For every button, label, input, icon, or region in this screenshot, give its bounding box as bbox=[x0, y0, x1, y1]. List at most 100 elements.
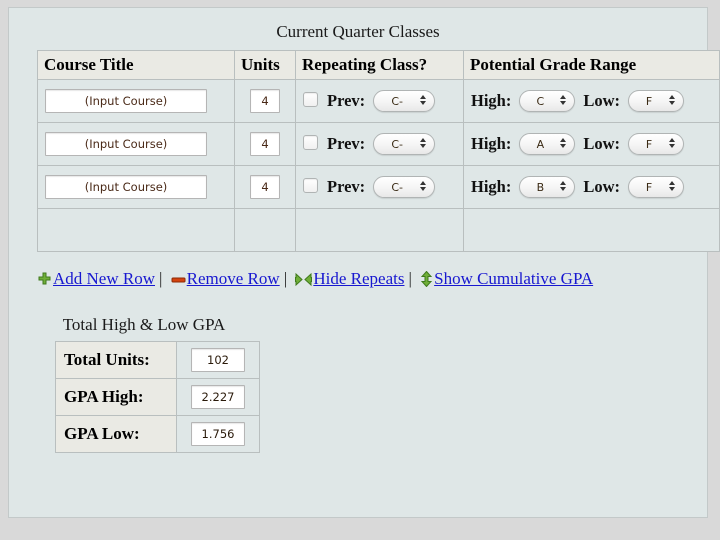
link-separator: | bbox=[283, 269, 288, 288]
cell-course-title bbox=[37, 165, 235, 209]
chevron-updown-icon bbox=[669, 95, 676, 109]
cell-course-title bbox=[37, 79, 235, 123]
cell-units bbox=[234, 165, 296, 209]
main-panel: Current Quarter Classes Course Title Uni… bbox=[8, 7, 720, 518]
link-separator: | bbox=[408, 269, 412, 288]
low-grade-value: F bbox=[645, 181, 653, 194]
action-links-row: Add New Row | Remove Row | Hide Repeats | bbox=[37, 266, 677, 295]
cell-grade-range: High: B Low: F bbox=[463, 165, 720, 209]
totals-caption: Total High & Low GPA bbox=[62, 315, 226, 334]
spacer-cell bbox=[295, 208, 464, 252]
course-title-input[interactable] bbox=[45, 175, 207, 199]
chevron-updown-icon bbox=[420, 95, 427, 109]
chevron-updown-icon bbox=[669, 181, 676, 195]
units-input[interactable] bbox=[250, 175, 280, 199]
high-grade-value: A bbox=[536, 138, 545, 151]
units-input[interactable] bbox=[250, 132, 280, 156]
low-label: Low: bbox=[583, 91, 621, 110]
previous-grade-value: C- bbox=[391, 138, 404, 151]
high-label: High: bbox=[471, 134, 512, 153]
chevron-updown-icon bbox=[560, 181, 567, 195]
high-grade-value: C bbox=[536, 95, 545, 108]
totals-row: GPA High: bbox=[55, 378, 260, 416]
totals-row: Total Units: bbox=[55, 341, 260, 379]
high-grade-select[interactable]: C bbox=[519, 90, 576, 112]
spacer-cell bbox=[37, 208, 235, 252]
collapse-arrows-icon bbox=[295, 269, 313, 295]
total-units-cell bbox=[176, 341, 260, 379]
prev-label: Prev: bbox=[327, 91, 366, 110]
total-units-label: Total Units: bbox=[55, 341, 177, 379]
chevron-updown-icon bbox=[420, 138, 427, 152]
low-grade-value: F bbox=[645, 138, 653, 151]
previous-grade-value: C- bbox=[391, 95, 404, 108]
plus-icon bbox=[37, 269, 52, 295]
previous-grade-select[interactable]: C- bbox=[373, 90, 436, 112]
chevron-updown-icon bbox=[560, 138, 567, 152]
table-spacer-row bbox=[37, 208, 720, 252]
total-units-value[interactable] bbox=[191, 348, 245, 372]
column-header-course-title: Course Title bbox=[37, 50, 235, 80]
cell-grade-range: High: C Low: F bbox=[463, 79, 720, 123]
totals-table: Total Units: GPA High: GPA Low: bbox=[55, 341, 260, 453]
page-wrapper: Current Quarter Classes Course Title Uni… bbox=[0, 0, 720, 540]
repeating-class-checkbox[interactable] bbox=[303, 134, 318, 150]
classes-table: Course Title Units Repeating Class? Pote… bbox=[37, 50, 720, 252]
gpa-low-cell bbox=[176, 415, 260, 453]
column-header-units: Units bbox=[234, 50, 296, 80]
low-grade-value: F bbox=[645, 95, 653, 108]
table-row: Prev: C- High: C bbox=[37, 79, 720, 123]
high-grade-select[interactable]: B bbox=[519, 176, 576, 198]
column-header-repeating-class: Repeating Class? bbox=[295, 50, 464, 80]
high-grade-value: B bbox=[536, 181, 545, 194]
cell-grade-range: High: A Low: F bbox=[463, 122, 720, 166]
page-title: Current Quarter Classes bbox=[276, 22, 440, 41]
course-title-input[interactable] bbox=[45, 89, 207, 113]
spacer-cell bbox=[463, 208, 720, 252]
spacer-cell bbox=[234, 208, 296, 252]
prev-label: Prev: bbox=[327, 134, 366, 153]
column-header-potential-grade-range: Potential Grade Range bbox=[463, 50, 720, 80]
chevron-updown-icon bbox=[420, 181, 427, 195]
gpa-low-value[interactable] bbox=[191, 422, 245, 446]
high-grade-select[interactable]: A bbox=[519, 133, 576, 155]
content-area: Current Quarter Classes Course Title Uni… bbox=[9, 8, 720, 463]
gpa-high-cell bbox=[176, 378, 260, 416]
cell-repeating-class: Prev: C- bbox=[295, 122, 464, 166]
low-label: Low: bbox=[583, 177, 621, 196]
gpa-high-value[interactable] bbox=[191, 385, 245, 409]
vertical-arrows-icon bbox=[420, 269, 433, 295]
hide-repeats-link[interactable]: Hide Repeats bbox=[313, 269, 404, 288]
previous-grade-value: C- bbox=[391, 181, 404, 194]
gpa-low-label: GPA Low: bbox=[55, 415, 177, 453]
low-grade-select[interactable]: F bbox=[628, 133, 685, 155]
cell-units bbox=[234, 79, 296, 123]
remove-row-link[interactable]: Remove Row bbox=[187, 269, 280, 288]
table-row: Prev: C- High: A bbox=[37, 122, 720, 166]
repeating-class-checkbox[interactable] bbox=[303, 177, 318, 193]
previous-grade-select[interactable]: C- bbox=[373, 176, 436, 198]
chevron-updown-icon bbox=[560, 95, 567, 109]
previous-grade-select[interactable]: C- bbox=[373, 133, 436, 155]
gpa-high-label: GPA High: bbox=[55, 378, 177, 416]
minus-icon bbox=[171, 269, 186, 295]
totals-row: GPA Low: bbox=[55, 415, 260, 453]
high-label: High: bbox=[471, 91, 512, 110]
units-input[interactable] bbox=[250, 89, 280, 113]
add-new-row-link[interactable]: Add New Row bbox=[53, 269, 155, 288]
course-title-input[interactable] bbox=[45, 132, 207, 156]
link-separator: | bbox=[159, 269, 163, 288]
repeating-class-checkbox[interactable] bbox=[303, 91, 318, 107]
low-grade-select[interactable]: F bbox=[628, 176, 685, 198]
low-grade-select[interactable]: F bbox=[628, 90, 685, 112]
cell-course-title bbox=[37, 122, 235, 166]
cell-units bbox=[234, 122, 296, 166]
cell-repeating-class: Prev: C- bbox=[295, 79, 464, 123]
chevron-updown-icon bbox=[669, 138, 676, 152]
prev-label: Prev: bbox=[327, 177, 366, 196]
table-row: Prev: C- High: B bbox=[37, 165, 720, 209]
high-label: High: bbox=[471, 177, 512, 196]
cell-repeating-class: Prev: C- bbox=[295, 165, 464, 209]
show-cumulative-gpa-link[interactable]: Show Cumulative GPA bbox=[434, 269, 593, 288]
table-header-row: Course Title Units Repeating Class? Pote… bbox=[37, 50, 720, 80]
